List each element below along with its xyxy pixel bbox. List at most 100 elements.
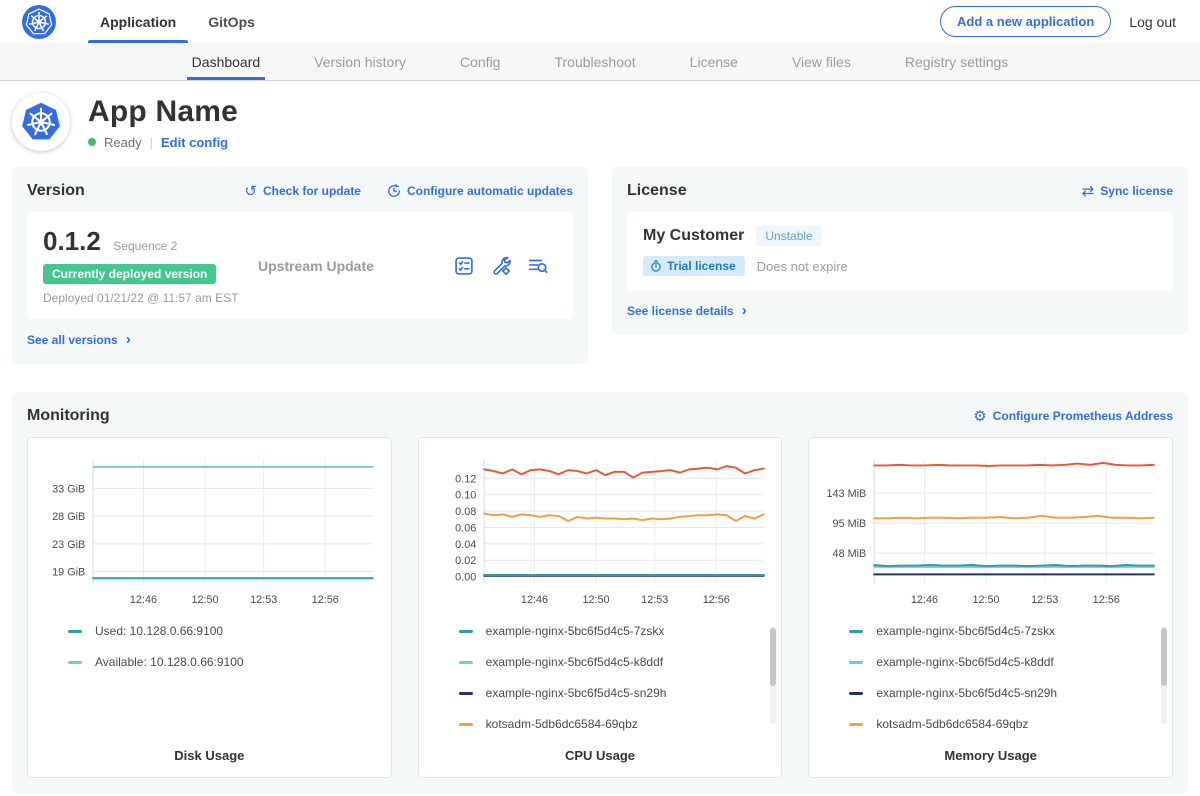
status-divider: |: [150, 135, 153, 150]
svg-text:12:53: 12:53: [641, 594, 668, 606]
svg-text:12:53: 12:53: [1031, 594, 1058, 606]
topnav-tab-application[interactable]: Application: [84, 0, 192, 43]
svg-text:12:50: 12:50: [973, 594, 1000, 606]
legend-dash: [849, 723, 863, 726]
preflight-checks-icon[interactable]: [453, 255, 475, 277]
memory-usage-chart-title: Memory Usage: [819, 748, 1162, 763]
chevron-right-icon: ›: [742, 304, 747, 318]
charts-row: 19 GiB23 GiB28 GiB33 GiB12:4612:5012:531…: [27, 437, 1173, 778]
clock-arrow-icon: [387, 184, 401, 198]
legend-dash: [849, 661, 863, 664]
config-wrench-icon[interactable]: [490, 255, 512, 277]
version-card-title: Version: [27, 182, 85, 200]
version-sequence: Sequence 2: [113, 239, 177, 253]
status-dot: [88, 138, 96, 146]
legend-item-example-nginx-5bc6f5d4c5-7zskx: example-nginx-5bc6f5d4c5-7zskx: [849, 624, 1162, 638]
page-title: App Name: [88, 95, 238, 129]
legend-dash: [459, 661, 473, 664]
svg-text:0.12: 0.12: [455, 473, 476, 485]
legend-item-available-10-128-0-66-9100: Available: 10.128.0.66:9100: [68, 655, 381, 669]
gear-icon: ⚙: [973, 409, 986, 424]
subnav-item-license[interactable]: License: [663, 43, 765, 80]
cpu-usage-chart-card: 0.000.020.040.060.080.100.1212:4612:5012…: [418, 437, 783, 778]
legend-scrollbar[interactable]: [770, 626, 776, 724]
legend-dash: [849, 630, 863, 633]
legend-scrollbar-thumb[interactable]: [1161, 628, 1167, 686]
disk-usage-chart-card: 19 GiB23 GiB28 GiB33 GiB12:4612:5012:531…: [27, 437, 392, 778]
legend-dash: [68, 661, 82, 664]
legend-item-used-10-128-0-66-9100: Used: 10.128.0.66:9100: [68, 624, 381, 638]
legend-item-kotsadm-5db6dc6584-69qbz: kotsadm-5db6dc6584-69qbz: [459, 717, 772, 731]
check-for-update-link[interactable]: ↺ Check for update: [244, 184, 361, 199]
kubernetes-logo[interactable]: [22, 5, 56, 39]
legend-label: kotsadm-5db6dc6584-69qbz: [876, 717, 1028, 731]
svg-text:143 MiB: 143 MiB: [827, 488, 867, 500]
legend-label: kotsadm-5db6dc6584-69qbz: [486, 717, 638, 731]
legend-label: example-nginx-5bc6f5d4c5-7zskx: [486, 624, 665, 638]
topnav-tab-gitops[interactable]: GitOps: [192, 0, 271, 43]
subnav-item-troubleshoot[interactable]: Troubleshoot: [527, 43, 662, 80]
svg-text:12:50: 12:50: [191, 594, 218, 606]
legend-dash: [459, 630, 473, 633]
configure-prometheus-link[interactable]: ⚙ Configure Prometheus Address: [973, 409, 1173, 424]
memory-usage-chart-card: 48 MiB95 MiB143 MiB12:4612:5012:5312:56 …: [808, 437, 1173, 778]
svg-text:95 MiB: 95 MiB: [833, 518, 867, 530]
main-content: Version ↺ Check for update: [0, 167, 1200, 793]
configure-automatic-updates-link[interactable]: Configure automatic updates: [387, 184, 573, 199]
svg-text:19 GiB: 19 GiB: [52, 566, 85, 578]
edit-config-link[interactable]: Edit config: [161, 135, 228, 150]
legend-label: Used: 10.128.0.66:9100: [95, 624, 223, 638]
version-card: Version ↺ Check for update: [12, 167, 588, 364]
legend-item-example-nginx-5bc6f5d4c5-sn29h: example-nginx-5bc6f5d4c5-sn29h: [849, 686, 1162, 700]
subnav-item-view-files[interactable]: View files: [765, 43, 878, 80]
current-version-row: 0.1.2 Sequence 2 Currently deployed vers…: [27, 212, 573, 319]
add-new-application-button[interactable]: Add a new application: [940, 6, 1111, 37]
legend-item-kotsadm-5db6dc6584-69qbz: kotsadm-5db6dc6584-69qbz: [849, 717, 1162, 731]
cpu-usage-legend: example-nginx-5bc6f5d4c5-7zskx example-ng…: [459, 624, 772, 748]
chevron-right-icon: ›: [126, 333, 131, 347]
legend-scrollbar[interactable]: [1161, 626, 1167, 724]
disk-usage-plot: 19 GiB23 GiB28 GiB33 GiB12:4612:5012:531…: [38, 448, 381, 616]
legend-dash: [849, 692, 863, 695]
app-icon: [12, 93, 70, 151]
svg-text:12:50: 12:50: [582, 594, 609, 606]
svg-text:12:53: 12:53: [250, 594, 277, 606]
version-source: Upstream Update: [258, 258, 453, 274]
sync-license-link[interactable]: ⇄ Sync license: [1082, 184, 1173, 199]
svg-text:0.08: 0.08: [455, 506, 476, 518]
monitoring-title: Monitoring: [27, 407, 110, 425]
refresh-icon: ↺: [244, 184, 257, 199]
svg-text:0.10: 0.10: [455, 490, 476, 502]
legend-label: example-nginx-5bc6f5d4c5-k8ddf: [876, 655, 1053, 669]
svg-text:33 GiB: 33 GiB: [52, 483, 85, 495]
svg-text:12:46: 12:46: [130, 594, 157, 606]
subnav-item-registry-settings[interactable]: Registry settings: [878, 43, 1035, 80]
channel-badge: Unstable: [756, 226, 821, 246]
disk-usage-chart-title: Disk Usage: [38, 748, 381, 763]
topnav-tabs: ApplicationGitOps: [84, 0, 271, 43]
deploy-logs-icon[interactable]: [527, 255, 549, 277]
svg-text:0.04: 0.04: [455, 539, 476, 551]
sync-arrows-icon: ⇄: [1082, 184, 1095, 199]
see-license-details-link[interactable]: See license details ›: [627, 304, 747, 318]
svg-text:0.00: 0.00: [455, 572, 476, 584]
svg-text:0.02: 0.02: [455, 555, 476, 567]
subnav-item-config[interactable]: Config: [433, 43, 527, 80]
deployed-timestamp: Deployed 01/21/22 @ 11:57 am EST: [43, 291, 258, 305]
subnav-item-version-history[interactable]: Version history: [287, 43, 433, 80]
logout-link[interactable]: Log out: [1129, 14, 1176, 30]
legend-item-example-nginx-5bc6f5d4c5-sn29h: example-nginx-5bc6f5d4c5-sn29h: [459, 686, 772, 700]
subnav-item-dashboard[interactable]: Dashboard: [165, 43, 288, 80]
legend-label: example-nginx-5bc6f5d4c5-k8ddf: [486, 655, 663, 669]
status-label: Ready: [104, 135, 142, 150]
svg-text:12:56: 12:56: [702, 594, 729, 606]
legend-scrollbar-thumb[interactable]: [770, 628, 776, 686]
legend-label: example-nginx-5bc6f5d4c5-7zskx: [876, 624, 1055, 638]
legend-dash: [459, 692, 473, 695]
customer-name: My Customer: [643, 227, 744, 245]
see-all-versions-link[interactable]: See all versions ›: [27, 333, 131, 347]
svg-text:48 MiB: 48 MiB: [833, 548, 867, 560]
legend-item-example-nginx-5bc6f5d4c5-k8ddf: example-nginx-5bc6f5d4c5-k8ddf: [459, 655, 772, 669]
legend-dash: [68, 630, 82, 633]
disk-usage-legend: Used: 10.128.0.66:9100 Available: 10.128.…: [68, 624, 381, 748]
